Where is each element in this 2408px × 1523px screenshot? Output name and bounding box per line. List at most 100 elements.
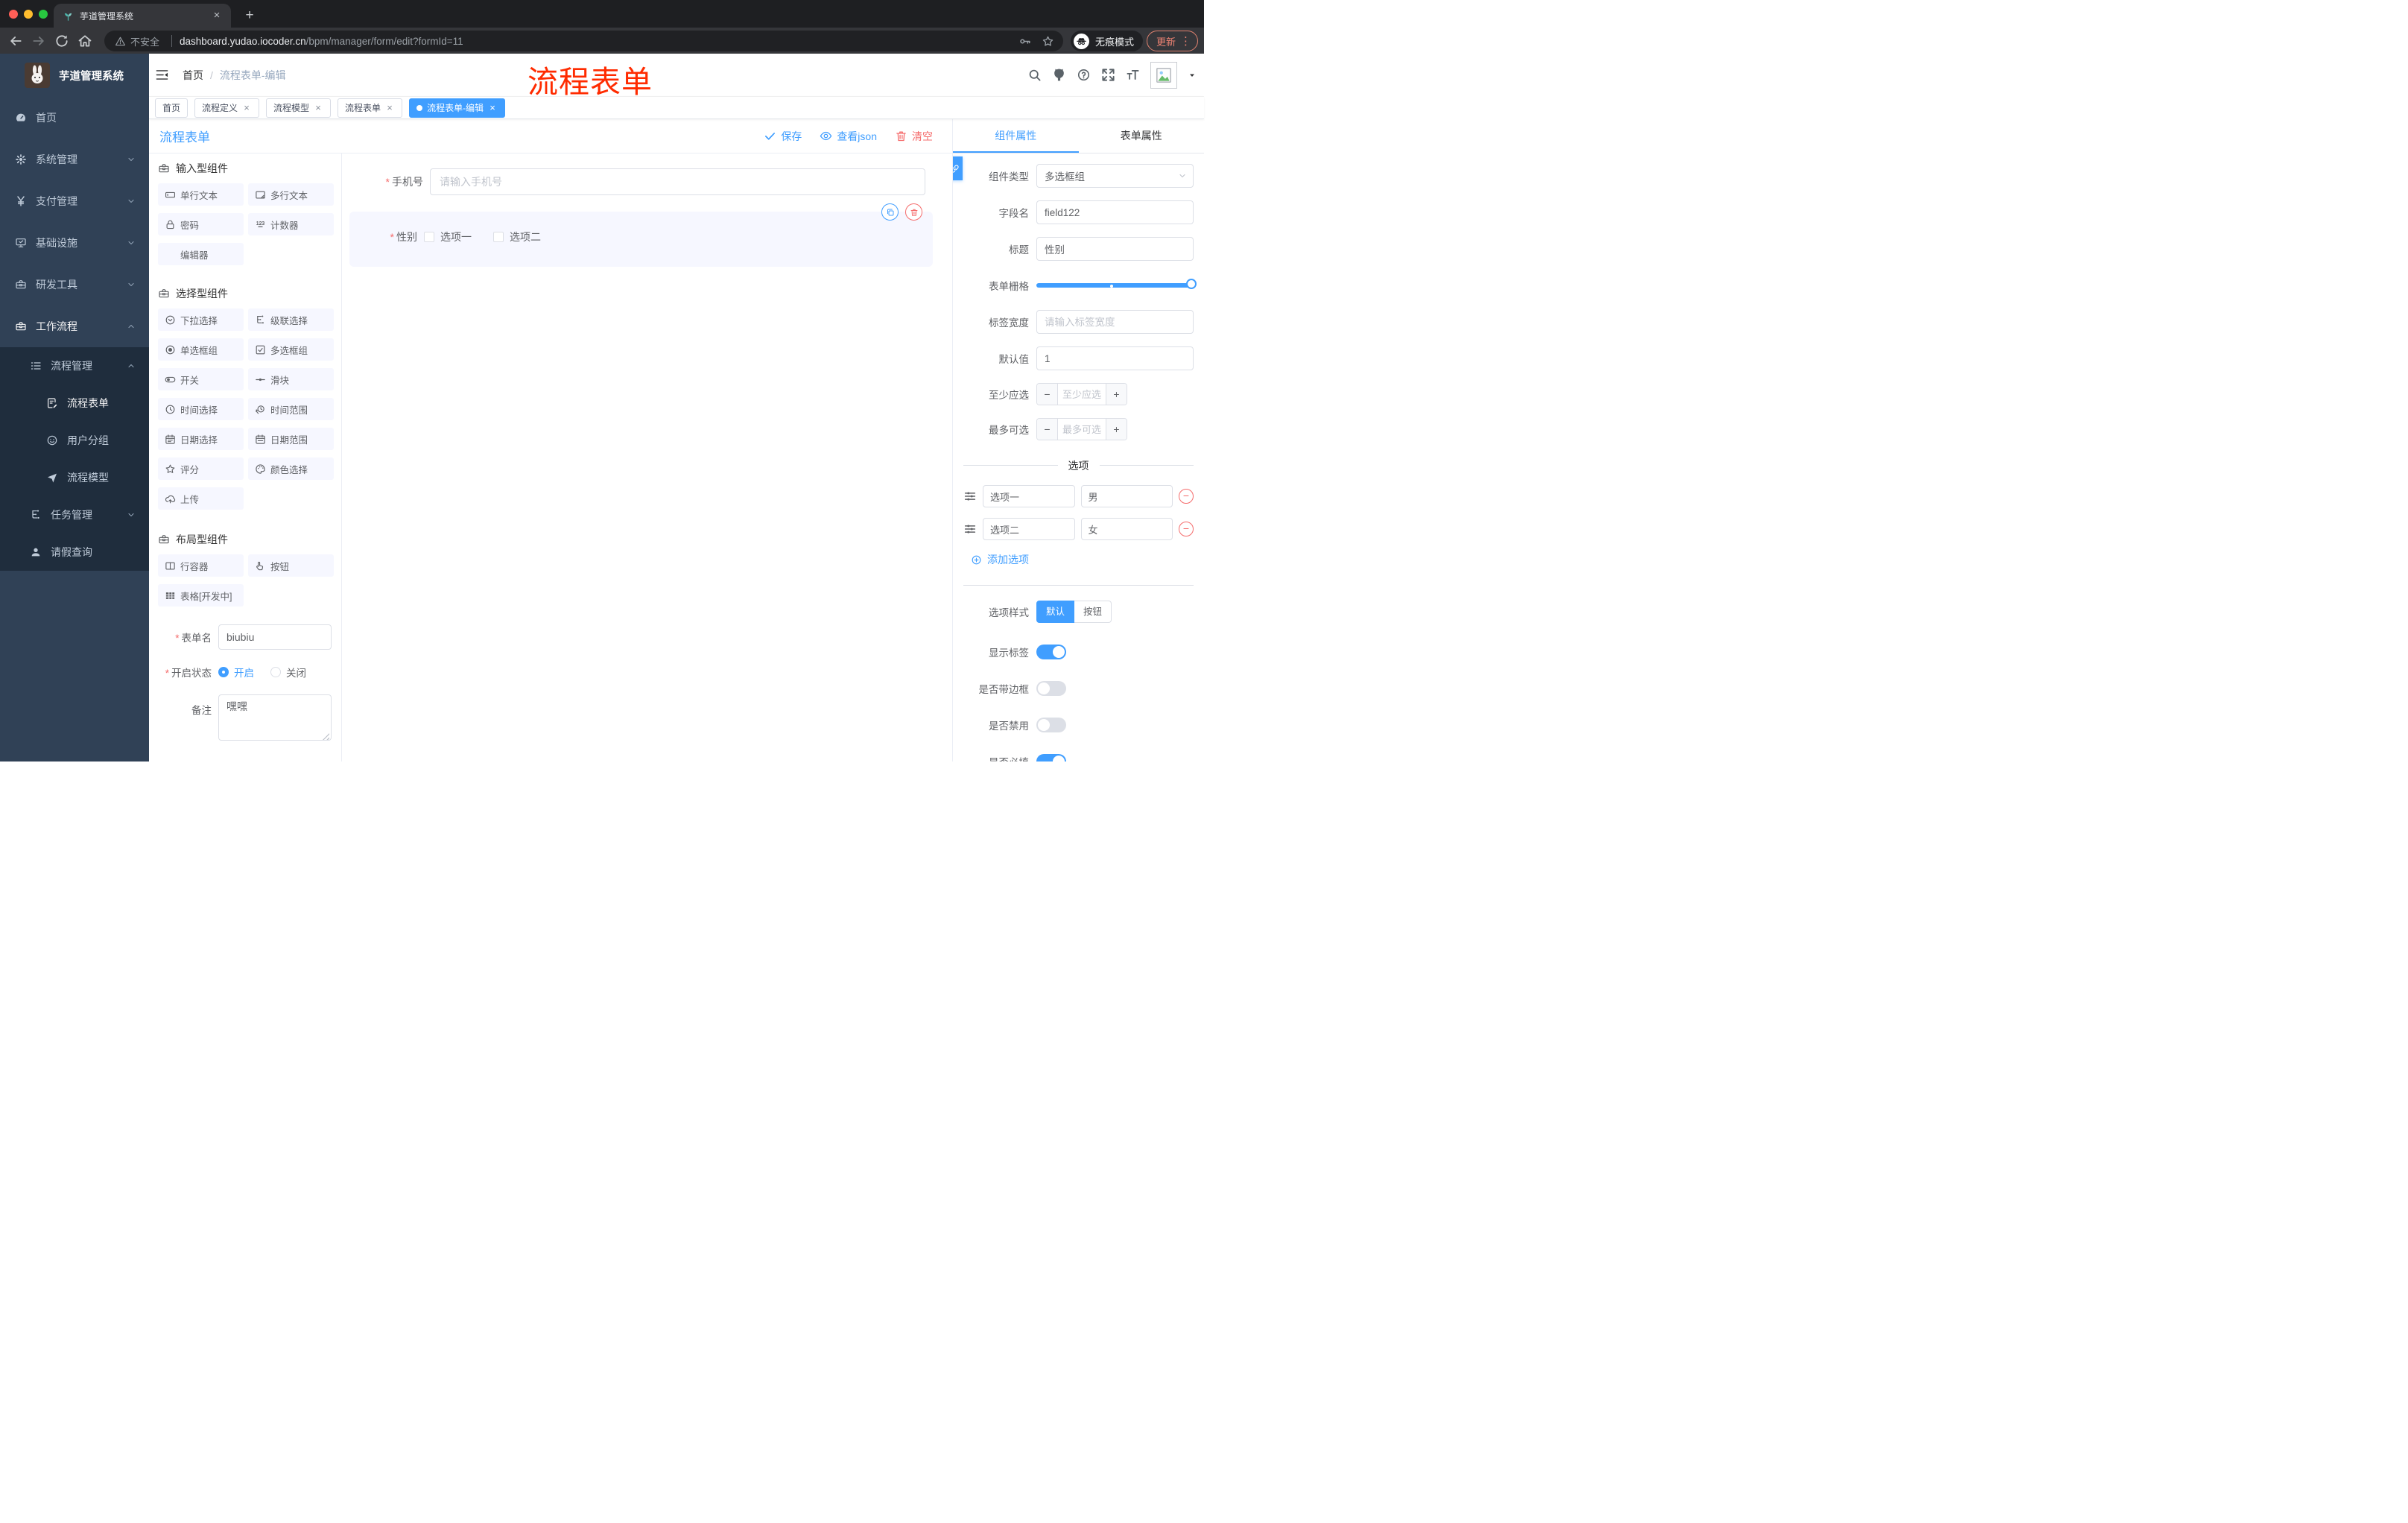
delete-component-button[interactable] [905, 203, 922, 221]
tag-home[interactable]: 首页 [155, 98, 188, 118]
palette-item-counter[interactable]: 计数器 [248, 213, 334, 235]
palette-item-time-range[interactable]: 时间范围 [248, 398, 334, 420]
breadcrumb-home[interactable]: 首页 [183, 68, 203, 83]
palette-item-checkbox-group[interactable]: 多选框组 [248, 338, 334, 361]
palette-item-switch[interactable]: 开关 [158, 368, 244, 390]
form-canvas[interactable]: 手机号 性别 选项一 [342, 153, 952, 762]
sidebar-item-payment[interactable]: 支付管理 [0, 180, 149, 222]
palette-item-cascader[interactable]: 级联选择 [248, 308, 334, 331]
show-label-toggle[interactable] [1036, 645, 1066, 659]
option-2-label-input[interactable] [983, 518, 1075, 540]
status-on-radio[interactable] [218, 667, 229, 677]
sidebar-item-devtools[interactable]: 研发工具 [0, 264, 149, 305]
palette-item-button[interactable]: 按钮 [248, 554, 334, 577]
sidebar-item-leave-query[interactable]: 请假查询 [0, 533, 149, 571]
palette-item-textarea[interactable]: 多行文本 [248, 183, 334, 206]
tag-close-icon[interactable] [487, 102, 498, 113]
tag-close-icon[interactable] [313, 102, 323, 113]
component-type-select[interactable]: 多选框组 [1036, 164, 1194, 188]
address-bar[interactable]: 不安全 dashboard.yudao.iocoder.cn/bpm/manag… [104, 31, 1063, 51]
option-1-value-input[interactable] [1080, 485, 1173, 507]
url-text[interactable]: dashboard.yudao.iocoder.cn/bpm/manager/f… [180, 36, 1011, 47]
style-button-button[interactable]: 按钮 [1074, 601, 1112, 623]
home-icon[interactable] [77, 34, 92, 48]
status-off-radio[interactable] [270, 667, 281, 677]
sidebar-item-system[interactable]: 系统管理 [0, 139, 149, 180]
palette-item-date[interactable]: 日期选择 [158, 428, 244, 450]
clear-button[interactable]: 清空 [895, 129, 933, 144]
fullscreen-icon[interactable] [1101, 68, 1115, 82]
browser-update-button[interactable]: 更新 [1146, 31, 1198, 51]
help-icon[interactable] [1077, 68, 1091, 82]
status-on-label[interactable]: 开启 [234, 665, 254, 680]
option-1-label-input[interactable] [983, 485, 1075, 507]
border-toggle[interactable] [1036, 681, 1066, 696]
github-icon[interactable] [1052, 68, 1066, 82]
browser-menu-icon[interactable] [1180, 34, 1191, 48]
remove-option-icon[interactable] [1179, 522, 1194, 536]
option-2-value-input[interactable] [1080, 518, 1173, 540]
palette-item-date-range[interactable]: 日期范围 [248, 428, 334, 450]
max-select-input[interactable] [1058, 419, 1106, 440]
tag-close-icon[interactable] [384, 102, 395, 113]
form-name-input[interactable] [218, 624, 332, 650]
bookmark-star-icon[interactable] [1042, 35, 1054, 48]
style-default-button[interactable]: 默认 [1036, 601, 1075, 623]
password-key-icon[interactable] [1018, 35, 1031, 48]
sidebar-item-task-mgmt[interactable]: 任务管理 [0, 496, 149, 533]
minus-icon[interactable] [1037, 384, 1058, 405]
tag-process-definition[interactable]: 流程定义 [194, 98, 260, 118]
palette-item-editor[interactable]: 编辑器 [158, 243, 244, 265]
gender-option-1[interactable]: 选项一 [424, 229, 472, 244]
checkbox-unchecked[interactable] [424, 232, 434, 242]
palette-item-single-line[interactable]: 单行文本 [158, 183, 244, 206]
status-off-label[interactable]: 关闭 [286, 665, 306, 680]
sidebar-item-process-mgmt[interactable]: 流程管理 [0, 347, 149, 384]
window-controls[interactable] [9, 9, 48, 19]
tag-process-model[interactable]: 流程模型 [266, 98, 332, 118]
save-button[interactable]: 保存 [764, 129, 802, 144]
canvas-field-gender-selected[interactable]: 性别 选项一 选项二 [349, 203, 933, 267]
font-size-icon[interactable] [1126, 68, 1140, 82]
palette-item-table[interactable]: 表格[开发中] [158, 584, 244, 607]
sidebar-item-user-group[interactable]: 用户分组 [0, 422, 149, 459]
label-width-input[interactable] [1036, 310, 1194, 334]
title-input[interactable] [1036, 237, 1194, 261]
min-select-input[interactable] [1058, 384, 1106, 405]
palette-item-slider[interactable]: 滑块 [248, 368, 334, 390]
search-icon[interactable] [1027, 68, 1042, 82]
window-zoom-button[interactable] [39, 9, 48, 19]
required-toggle[interactable] [1036, 754, 1066, 762]
form-grid-slider[interactable] [1036, 273, 1197, 297]
default-value-input[interactable] [1036, 346, 1194, 370]
tag-process-form[interactable]: 流程表单 [338, 98, 403, 118]
checkbox-unchecked[interactable] [493, 232, 504, 242]
view-json-button[interactable]: 查看json [820, 129, 877, 144]
sidebar-item-home[interactable]: 首页 [0, 97, 149, 139]
window-minimize-button[interactable] [24, 9, 33, 19]
phone-input[interactable] [430, 168, 925, 195]
plus-icon[interactable] [1106, 384, 1127, 405]
minus-icon[interactable] [1037, 419, 1058, 440]
remove-option-icon[interactable] [1179, 489, 1194, 504]
palette-item-row-container[interactable]: 行容器 [158, 554, 244, 577]
security-label[interactable]: 不安全 [130, 34, 159, 48]
back-icon[interactable] [8, 34, 23, 48]
forward-icon[interactable] [31, 34, 46, 48]
tab-form-props[interactable]: 表单属性 [1079, 119, 1205, 153]
remark-textarea[interactable]: 嘿嘿 [218, 694, 332, 741]
tab-component-props[interactable]: 组件属性 [953, 119, 1079, 153]
palette-item-rate[interactable]: 评分 [158, 457, 244, 480]
palette-item-time[interactable]: 时间选择 [158, 398, 244, 420]
field-name-input[interactable] [1036, 200, 1194, 224]
sidebar-item-process-form[interactable]: 流程表单 [0, 384, 149, 422]
browser-tab[interactable]: 芋道管理系统 [54, 4, 231, 28]
tag-process-form-edit[interactable]: 流程表单-编辑 [409, 98, 506, 118]
tab-close-icon[interactable] [210, 9, 224, 22]
palette-item-upload[interactable]: 上传 [158, 487, 244, 510]
palette-item-color[interactable]: 颜色选择 [248, 457, 334, 480]
slider-handle[interactable] [1186, 279, 1197, 289]
window-close-button[interactable] [9, 9, 18, 19]
reload-icon[interactable] [54, 34, 69, 48]
new-tab-button[interactable] [240, 6, 259, 25]
